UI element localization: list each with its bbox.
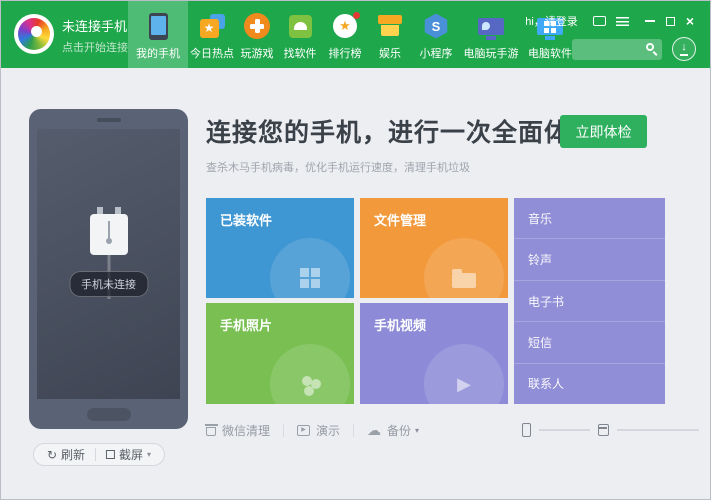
download-icon: ↓: [680, 42, 688, 56]
screenshot-button[interactable]: 截屏 ▾: [106, 446, 151, 463]
usb-plug-icon: [90, 207, 128, 255]
tab-find-apps[interactable]: 找软件: [278, 1, 322, 68]
hot-news-icon: ★: [200, 14, 225, 38]
tab-today-hot[interactable]: ★ 今日热点: [188, 1, 236, 68]
phone-toolbar: ↻ 刷新 截屏 ▾: [33, 443, 165, 466]
refresh-button[interactable]: ↻ 刷新: [47, 446, 85, 463]
main-panel: 连接您的手机，进行一次全面体检 查杀木马手机病毒，优化手机运行速度，清理手机垃圾…: [197, 68, 710, 500]
side-item-sms[interactable]: 短信: [514, 321, 665, 362]
search-icon: [646, 43, 654, 51]
refresh-icon: ↻: [47, 448, 57, 462]
menu-icon[interactable]: [616, 17, 629, 26]
content-area: 手机未连接 ↻ 刷新 截屏 ▾ 连接您的手机，进行一次全面体检 查杀木马手机病毒…: [1, 68, 710, 500]
checkup-button[interactable]: 立即体检: [560, 115, 647, 148]
gamepad-icon: [244, 13, 270, 39]
notification-dot: [353, 12, 360, 19]
feature-grid: 已装软件 文件管理 音乐 铃声 电子书 短信 联系人 手机照片: [206, 198, 665, 404]
tab-rankings[interactable]: ★ 排行榜: [322, 1, 368, 68]
phone-home-button: [87, 408, 131, 421]
sdcard-storage-icon: [598, 424, 609, 436]
bottom-toolbar: 微信清理 演示 ☁ 备份 ▾: [206, 418, 665, 442]
demo-play-icon: [297, 425, 310, 436]
crop-icon: [106, 450, 115, 459]
folder-icon: [452, 273, 476, 288]
sdcard-storage-bar: [617, 429, 699, 431]
device-status-text: 未连接手机: [62, 19, 127, 34]
side-item-ringtones[interactable]: 铃声: [514, 238, 665, 279]
treasure-box-icon: [378, 15, 402, 37]
app-logo-icon: [14, 14, 54, 54]
tile-phone-photos[interactable]: 手机照片: [206, 303, 354, 404]
tile-phone-videos[interactable]: 手机视频 ▶: [360, 303, 508, 404]
phone-storage-icon: [522, 423, 531, 437]
search-input[interactable]: [572, 39, 662, 60]
close-button[interactable]: ×: [686, 16, 694, 26]
side-list: 音乐 铃声 电子书 短信 联系人: [514, 198, 665, 404]
tile-file-manager[interactable]: 文件管理: [360, 198, 508, 298]
maximize-button[interactable]: [666, 17, 675, 26]
backup-button[interactable]: ☁ 备份 ▾: [367, 422, 419, 439]
phone-speaker: [97, 118, 121, 122]
cloud-backup-icon: ☁: [367, 423, 381, 437]
device-connect-menu[interactable]: 未连接手机▾ 点击开始连接: [62, 16, 138, 55]
mini-program-icon: S: [424, 14, 449, 39]
tab-play-games[interactable]: 玩游戏: [236, 1, 278, 68]
header-bar: 未连接手机▾ 点击开始连接 我的手机 ★ 今日热点 玩游戏 找软件 ★ 排: [1, 1, 710, 68]
demo-button[interactable]: 演示: [297, 422, 340, 439]
main-nav: 我的手机 ★ 今日热点 玩游戏 找软件 ★ 排行榜 娱乐: [128, 1, 578, 68]
side-item-contacts[interactable]: 联系人: [514, 363, 665, 404]
minimize-button[interactable]: [645, 20, 655, 22]
page-subtitle: 查杀木马手机病毒，优化手机运行速度，清理手机垃圾: [206, 159, 665, 175]
phone-storage-bar: [539, 429, 590, 431]
tile-installed-apps[interactable]: 已装软件: [206, 198, 354, 298]
tab-my-phone[interactable]: 我的手机: [128, 1, 188, 68]
my-phone-icon: [149, 13, 168, 40]
side-item-ebooks[interactable]: 电子书: [514, 280, 665, 321]
device-hint-text: 点击开始连接: [62, 39, 138, 55]
message-icon[interactable]: [593, 16, 606, 26]
chevron-down-icon: ▾: [147, 450, 151, 459]
phone-panel: 手机未连接 ↻ 刷新 截屏 ▾: [1, 68, 197, 500]
pc-game-monitor-icon: [478, 18, 504, 35]
android-apps-icon: [289, 15, 312, 38]
chevron-down-icon: ▾: [415, 426, 419, 435]
apps-grid-icon: [300, 268, 320, 288]
ranking-medal-icon: ★: [333, 14, 357, 38]
app-window: 未连接手机▾ 点击开始连接 我的手机 ★ 今日热点 玩游戏 找软件 ★ 排: [0, 0, 711, 500]
photos-icon: [302, 376, 312, 386]
clean-trash-icon: [206, 427, 216, 436]
tab-pc-software[interactable]: 电脑软件: [522, 1, 578, 68]
login-link[interactable]: hi，请登录: [525, 13, 578, 29]
header-right-bottom: ↓: [572, 37, 696, 61]
phone-mockup: 手机未连接: [29, 109, 188, 429]
tab-mini-programs[interactable]: S 小程序: [412, 1, 460, 68]
header-right-top: hi，请登录 ×: [525, 13, 694, 29]
wechat-clean-button[interactable]: 微信清理: [206, 422, 270, 439]
storage-indicators: [522, 423, 699, 437]
download-manager-button[interactable]: ↓: [672, 37, 696, 61]
tab-entertainment[interactable]: 娱乐: [368, 1, 412, 68]
video-play-icon: ▶: [457, 375, 471, 393]
phone-screen: 手机未连接: [37, 129, 180, 399]
status-badge: 手机未连接: [69, 271, 148, 297]
tab-pc-play-mobile-games[interactable]: 电脑玩手游: [460, 1, 522, 68]
side-item-music[interactable]: 音乐: [514, 198, 665, 238]
